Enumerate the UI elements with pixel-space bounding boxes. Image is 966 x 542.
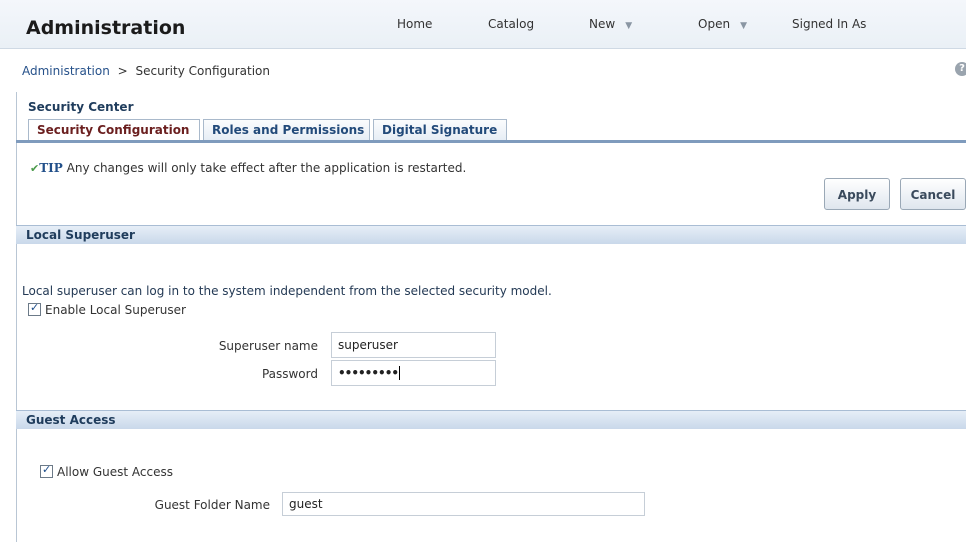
tab-divider — [16, 140, 966, 143]
cancel-button[interactable]: Cancel — [900, 178, 966, 210]
superuser-name-field[interactable]: superuser — [331, 332, 496, 358]
app-title: Administration — [26, 17, 186, 39]
checkmark-icon: ✓ — [30, 301, 40, 314]
nav-catalog-label: Catalog — [488, 17, 535, 31]
checkmark-icon: ✔ — [30, 162, 40, 175]
tab-label: Digital Signature — [382, 123, 498, 137]
tip-label: TIP — [39, 161, 63, 175]
help-icon[interactable]: ? — [955, 62, 966, 76]
tab-security-configuration[interactable]: Security Configuration — [28, 119, 200, 140]
nav-signed-in-label: Signed In As — [792, 17, 867, 31]
enable-local-superuser-label: Enable Local Superuser — [45, 303, 186, 317]
guest-folder-name-field[interactable]: guest — [282, 492, 645, 516]
nav-home[interactable]: Home — [397, 17, 432, 31]
chevron-down-icon: ▼ — [625, 21, 633, 31]
password-value: ••••••••• — [338, 366, 399, 380]
password-label: Password — [261, 367, 318, 381]
guest-access-header: Guest Access — [16, 410, 966, 429]
nav-catalog[interactable]: Catalog — [488, 17, 534, 31]
nav-open-label: Open — [698, 17, 731, 31]
tip-message: ✔TIP Any changes will only take effect a… — [30, 161, 466, 175]
breadcrumb-link-administration[interactable]: Administration — [22, 64, 110, 78]
nav-open[interactable]: Open ▼ — [698, 17, 747, 31]
tab-label: Security Configuration — [37, 123, 190, 137]
allow-guest-access-checkbox[interactable]: ✓ — [40, 463, 53, 478]
guest-folder-name-label: Guest Folder Name — [154, 498, 270, 512]
local-superuser-header: Local Superuser — [16, 225, 966, 244]
allow-guest-access-row: ✓ Allow Guest Access — [40, 463, 173, 479]
allow-guest-access-label: Allow Guest Access — [57, 465, 173, 479]
breadcrumb: Administration > Security Configuration — [22, 64, 270, 78]
breadcrumb-separator: > — [117, 64, 128, 78]
nav-new[interactable]: New ▼ — [589, 17, 632, 31]
enable-local-superuser-row: ✓ Enable Local Superuser — [28, 301, 186, 317]
checkmark-icon: ✓ — [42, 463, 52, 476]
chevron-down-icon: ▼ — [740, 21, 747, 31]
text-cursor — [399, 366, 401, 380]
top-header: Administration Home Catalog New ▼ Open ▼ S… — [0, 0, 966, 49]
password-field[interactable]: ••••••••• — [331, 360, 496, 386]
security-center-title: Security Center — [28, 100, 134, 114]
superuser-name-label: Superuser name — [218, 339, 318, 353]
enable-local-superuser-checkbox[interactable]: ✓ — [28, 301, 41, 316]
tip-text: Any changes will only take effect after … — [66, 161, 467, 175]
nav-signed-in-as[interactable]: Signed In As — [792, 17, 866, 31]
local-superuser-description: Local superuser can log in to the system… — [22, 284, 552, 298]
nav-new-label: New — [589, 17, 616, 31]
nav-home-label: Home — [397, 17, 433, 31]
tab-label: Roles and Permissions — [212, 123, 365, 137]
breadcrumb-current: Security Configuration — [135, 64, 271, 78]
tab-digital-signature[interactable]: Digital Signature — [373, 119, 507, 140]
apply-button[interactable]: Apply — [824, 178, 890, 210]
tab-roles-and-permissions[interactable]: Roles and Permissions — [203, 119, 370, 140]
